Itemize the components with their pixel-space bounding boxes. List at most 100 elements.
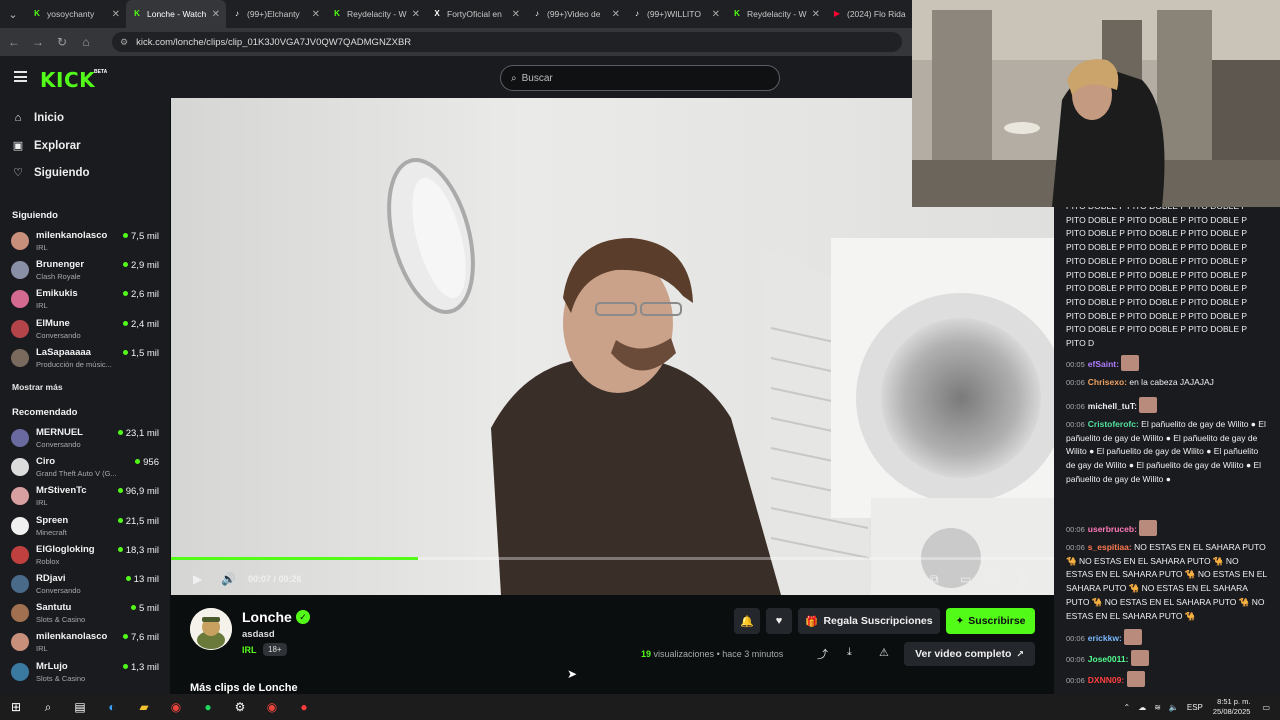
tray-chevron-icon[interactable]: ⌃ — [1124, 703, 1131, 712]
full-video-button[interactable]: Ver video completo ↗ — [904, 642, 1035, 666]
channel-name[interactable]: Lonche — [242, 609, 292, 625]
download-icon[interactable]: ⤓ — [847, 646, 852, 659]
subscribe-button[interactable]: ✦ Suscribirse — [946, 608, 1035, 634]
browser-tab[interactable]: ♪ (99+)Video de ✕ — [526, 0, 626, 28]
sidebar-nav-item[interactable]: ⌂ Inicio — [12, 112, 64, 124]
chat-username[interactable]: Jose0011: — [1088, 654, 1129, 664]
tab-close-icon[interactable]: ✕ — [612, 9, 620, 20]
sidebar-channel[interactable]: MERNUEL Conversando 23,1 mil — [11, 426, 161, 452]
browser-tab[interactable]: K Reydelacity - W ✕ — [326, 0, 426, 28]
edge-browser-icon[interactable]: ◐ — [96, 694, 128, 720]
site-info-icon[interactable]: ⚙ — [120, 37, 128, 48]
home-icon[interactable]: ⌂ — [74, 35, 98, 49]
chat-username[interactable]: michell_tuT: — [1088, 401, 1137, 411]
tab-close-icon[interactable]: ✕ — [512, 9, 520, 20]
browser-tab[interactable]: ▶(2024) Flo Rida✕ — [826, 0, 926, 28]
following-heading: Siguiendo — [12, 210, 58, 221]
browser-tab[interactable]: Kyosoychanty ✕ — [26, 0, 126, 28]
fullscreen-icon[interactable]: ⛶ — [989, 572, 997, 587]
settings-gear-icon[interactable]: ⚙ — [224, 694, 256, 720]
clip-title: asdasd — [242, 629, 275, 640]
volume-icon[interactable]: 🔈 — [1169, 703, 1179, 712]
browser-tab[interactable]: K Reydelacity - W ✕ — [726, 0, 826, 28]
url-text: kick.com/lonche/clips/clip_01K3J0VGA7JV0… — [136, 36, 412, 48]
task-view-icon[interactable]: ▤ — [64, 694, 96, 720]
hamburger-menu-icon[interactable] — [14, 71, 27, 82]
theater-mode-icon[interactable]: ▭ — [960, 572, 971, 586]
tab-search-chevron-icon[interactable]: ⌄ — [0, 0, 26, 28]
play-icon[interactable]: ▶ — [193, 572, 202, 586]
tab-title: FortyOficial en — [447, 9, 502, 19]
url-field[interactable]: ⚙ kick.com/lonche/clips/clip_01K3J0VGA7J… — [112, 32, 902, 52]
category-link[interactable]: IRL — [242, 645, 257, 655]
sidebar-channel[interactable]: MrStivenTc IRL 96,9 mil — [11, 484, 161, 510]
chat-username[interactable]: erickkw: — [1088, 633, 1122, 643]
sidebar-channel[interactable]: Santutu Slots & Casino 5 mil — [11, 601, 161, 627]
share-icon[interactable]: ⤴ — [817, 646, 828, 662]
chat-timestamp: 00:06 — [1066, 525, 1085, 534]
show-more-link[interactable]: Mostrar más — [12, 382, 63, 392]
sidebar-channel[interactable]: ElMune Conversando 2,4 mil — [11, 317, 161, 343]
sidebar-channel[interactable]: LaSapaaaaa Producción de músic... 1,5 mil — [11, 346, 161, 372]
miniplayer-icon[interactable]: ⧉ — [930, 572, 939, 587]
browser-tab[interactable]: ♪ (99+)Elchanty ✕ — [226, 0, 326, 28]
sidebar-nav-item[interactable]: ▣ Explorar — [12, 139, 81, 153]
browser-tab[interactable]: X FortyOficial en ✕ — [426, 0, 526, 28]
file-explorer-icon[interactable]: ▰ — [128, 694, 160, 720]
chat-timestamp: 00:06 — [1066, 378, 1085, 387]
sidebar-channel[interactable]: Ciro Grand Theft Auto V (G... 956 — [11, 455, 161, 481]
tab-close-icon[interactable]: ✕ — [712, 9, 720, 20]
chat-username[interactable]: s_espitiaa: — [1088, 542, 1132, 552]
sidebar-nav-item[interactable]: ♡ Siguiendo — [12, 166, 90, 180]
browser-tab[interactable]: K Lonche - Watch ✕ — [126, 0, 226, 28]
sidebar-channel[interactable]: ElGlogloking Roblox 18,3 mil — [11, 543, 161, 569]
chat-username[interactable]: userbruceb: — [1088, 524, 1137, 534]
chat-username[interactable]: Chrisexo: — [1088, 377, 1127, 387]
browser-tab[interactable]: ♪ (99+)WILLITO ✕ — [626, 0, 726, 28]
lang-indicator[interactable]: ESP — [1187, 703, 1203, 712]
sidebar-channel[interactable]: Emikukis IRL 2,6 mil — [11, 287, 161, 313]
tab-close-icon[interactable]: ✕ — [312, 9, 320, 20]
chrome-icon[interactable]: ◉ — [160, 694, 192, 720]
chat-username[interactable]: DXNN09: — [1088, 675, 1124, 685]
follow-heart-button[interactable]: ♥ — [766, 608, 792, 634]
playback-speed-icon[interactable]: ◎ — [1018, 572, 1028, 586]
sidebar-channel[interactable]: milenkanolasco IRL 7,6 mil — [11, 630, 161, 656]
gift-subs-button[interactable]: 🎁 Regala Suscripciones — [798, 608, 940, 634]
tab-close-icon[interactable]: ✕ — [412, 9, 420, 20]
tab-strip: Kyosoychanty ✕ K Lonche - Watch ✕ ♪ (99+)Elcha… — [26, 0, 926, 28]
tab-close-icon[interactable]: ✕ — [112, 9, 120, 20]
kick-logo[interactable]: KICK — [40, 68, 95, 92]
spotify-icon[interactable]: ● — [192, 694, 224, 720]
progress-bar[interactable] — [171, 557, 1054, 560]
chrome-active-icon[interactable]: ◉ — [256, 694, 288, 720]
viewer-count: 956 — [135, 457, 159, 468]
report-warning-icon[interactable]: ⚠ — [879, 646, 889, 659]
notification-bell-button[interactable]: 🔔 — [734, 608, 760, 634]
tab-close-icon[interactable]: ✕ — [212, 9, 220, 20]
chat-username[interactable]: Cristoferofc: — [1088, 419, 1139, 429]
channel-avatar — [11, 633, 29, 652]
chat-username[interactable]: efSaint: — [1088, 359, 1119, 369]
sidebar-channel[interactable]: Spreen Minecraft 21,5 mil — [11, 514, 161, 540]
reload-icon[interactable]: ↻ — [50, 35, 74, 49]
system-tray: ⌃ ☁ ≋ 🔈 ESP 8:51 p. m. 25/08/2025 ▭ — [1120, 694, 1280, 720]
notification-icon[interactable]: ▭ — [1262, 703, 1270, 712]
sidebar-channel[interactable]: milenkanolasco IRL 7,5 mil — [11, 229, 161, 255]
cloud-icon[interactable]: ☁ — [1138, 703, 1146, 712]
sidebar-channel[interactable]: Brunenger Clash Royale 2,9 mil — [11, 258, 161, 284]
heart-icon: ♡ — [13, 167, 23, 179]
windows-start-icon[interactable]: ⊞ — [0, 694, 32, 720]
sidebar-channel[interactable]: RDjavi Conversando 13 mil — [11, 572, 161, 598]
recording-app-icon[interactable]: ● — [288, 694, 320, 720]
channel-avatar[interactable] — [190, 608, 232, 650]
wifi-icon[interactable]: ≋ — [1154, 703, 1161, 712]
clock[interactable]: 8:51 p. m. 25/08/2025 — [1213, 697, 1251, 717]
search-icon[interactable]: ⌕ — [32, 694, 64, 720]
forward-arrow-icon[interactable]: → — [26, 35, 50, 49]
tab-close-icon[interactable]: ✕ — [812, 9, 820, 20]
sidebar-channel[interactable]: MrLujo Slots & Casino 1,3 mil — [11, 660, 161, 686]
volume-icon[interactable]: 🔊 — [221, 572, 236, 586]
search-input[interactable]: ⌕ Buscar — [500, 65, 780, 91]
back-arrow-icon[interactable]: ← — [2, 35, 26, 49]
